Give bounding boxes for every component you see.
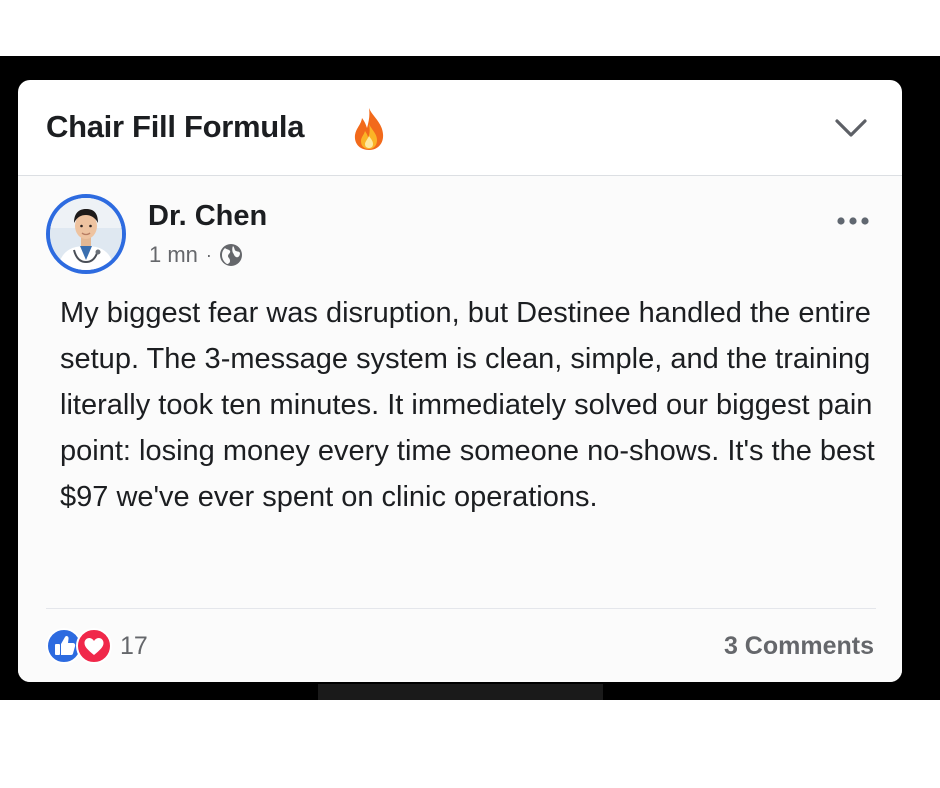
group-title[interactable]: Chair Fill Formula: [46, 109, 304, 145]
more-horizontal-icon[interactable]: [836, 216, 870, 226]
meta-separator: ·: [205, 244, 212, 265]
reaction-count: 17: [120, 631, 148, 660]
bottom-strip: [318, 684, 603, 700]
comments-link[interactable]: 3 Comments: [724, 632, 874, 661]
fire-emoji-icon: [354, 108, 384, 150]
footer-divider: [46, 608, 876, 609]
group-header: Chair Fill Formula: [18, 80, 902, 176]
post-time[interactable]: 1 mn: [149, 242, 198, 268]
post-body: Dr. Chen 1 mn · My biggest fear was disr…: [18, 176, 902, 682]
facebook-post-card: Chair Fill Formula Dr. Chen 1 mn · My bi…: [18, 80, 902, 682]
avatar[interactable]: [46, 194, 126, 274]
post-meta: 1 mn ·: [149, 242, 243, 268]
author-name[interactable]: Dr. Chen: [148, 200, 267, 233]
globe-icon: [219, 244, 242, 266]
chevron-down-icon[interactable]: [834, 116, 868, 140]
reactions-summary[interactable]: 17: [46, 628, 148, 664]
post-text: My biggest fear was disruption, but Dest…: [60, 297, 875, 513]
love-icon: [76, 628, 112, 664]
doctor-portrait-icon: [50, 198, 122, 270]
